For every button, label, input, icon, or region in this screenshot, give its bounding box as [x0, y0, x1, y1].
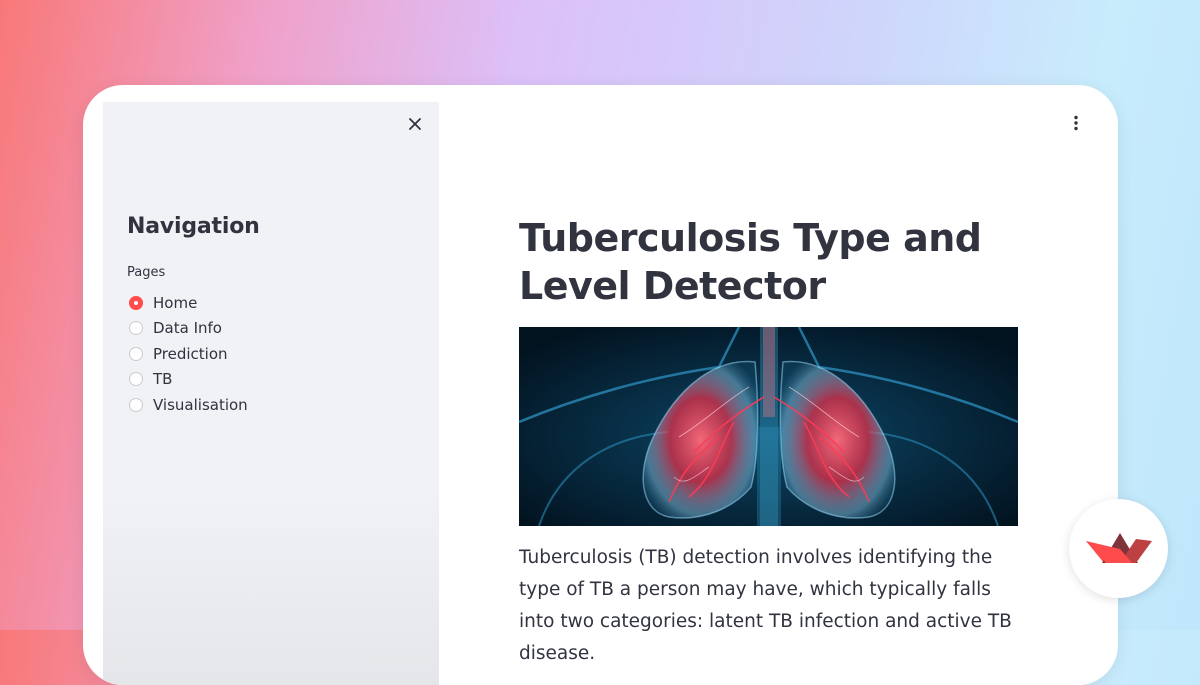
- vertical-dots-menu-icon: [1074, 115, 1078, 131]
- page-title: Tuberculosis Type and Level Detector: [519, 216, 982, 308]
- radio-option-tb[interactable]: TB: [129, 367, 248, 393]
- main-menu-button[interactable]: [1063, 110, 1089, 136]
- radio-option-label: TB: [153, 370, 173, 389]
- browser-frame: Navigation Pages Home Data Info Predicti…: [83, 85, 1118, 685]
- main-content: Tuberculosis Type and Level Detector Tub…: [519, 214, 1019, 685]
- close-icon: [409, 118, 421, 130]
- sidebar-title: Navigation: [127, 214, 260, 239]
- radio-button-checked[interactable]: [129, 295, 143, 310]
- close-sidebar-button[interactable]: [403, 112, 427, 136]
- radio-option-visualisation[interactable]: Visualisation: [129, 392, 248, 418]
- streamlit-badge[interactable]: [1069, 499, 1168, 598]
- radio-option-data-info[interactable]: Data Info: [129, 316, 248, 342]
- streamlit-logo-icon: [1085, 532, 1152, 563]
- radio-option-label: Prediction: [153, 344, 228, 363]
- app-window: Navigation Pages Home Data Info Predicti…: [103, 102, 1098, 685]
- radio-button[interactable]: [129, 372, 143, 387]
- sidebar: Navigation Pages Home Data Info Predicti…: [103, 102, 439, 685]
- radio-button[interactable]: [129, 346, 143, 361]
- radio-button[interactable]: [129, 321, 143, 336]
- radio-option-home[interactable]: Home: [129, 290, 248, 316]
- lungs-xray-image: [519, 327, 1018, 526]
- radio-option-label: Data Info: [153, 319, 222, 338]
- intro-paragraph: Tuberculosis (TB) detection involves ide…: [519, 547, 1012, 664]
- radio-group-label: Pages: [127, 265, 166, 280]
- radio-option-label: Home: [153, 293, 198, 312]
- pages-radio-group: Home Data Info Prediction TB Visualisati…: [129, 290, 248, 418]
- radio-button[interactable]: [129, 397, 143, 412]
- radio-option-prediction[interactable]: Prediction: [129, 341, 248, 367]
- radio-option-label: Visualisation: [153, 395, 248, 414]
